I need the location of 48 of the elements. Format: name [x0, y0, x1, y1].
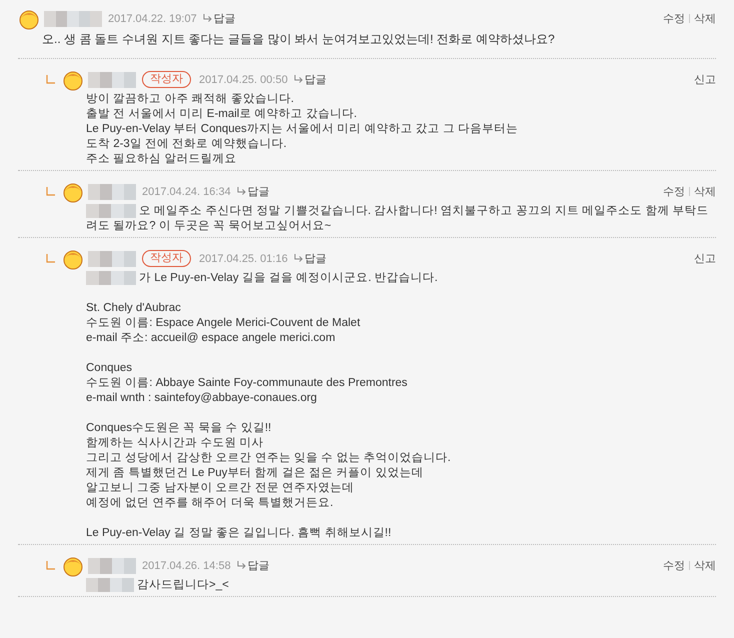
comment-date: 2017.04.25. 01:16	[199, 252, 288, 264]
reply-indent-icon	[46, 187, 56, 197]
reply-indent-icon	[46, 254, 56, 264]
reply-arrow-icon	[202, 14, 212, 23]
blurred-username	[88, 558, 136, 574]
author-badge: 작성자	[142, 71, 191, 88]
comment-date: 2017.04.25. 00:50	[199, 74, 288, 86]
reply-arrow-icon	[294, 75, 303, 84]
avatar-icon	[62, 68, 84, 90]
comment-text: St. Chely d'Aubrac 수도원 이름: Espace Angele Merici-Couvent de Malet e-mail 주소: accueil@ espace angele merici.com	[86, 301, 362, 346]
comment-text: 가 Le Puy-en-Velay 길을 걸을 예정이시군요. 반갑습니다.	[138, 271, 439, 286]
blurred-username	[88, 250, 136, 266]
reply-indent-icon	[46, 561, 56, 571]
reply-arrow-icon	[236, 561, 246, 570]
blurred-username	[44, 10, 102, 26]
comment-action-link[interactable]: 수정	[663, 11, 685, 26]
comment-text: 오 메일주소 주신다면 정말 기쁠것같습니다. 감사합니다! 염치불구하고 꽁끄의 지트 메일주소도 함께 부탁드려도 될까요? 이 두곳은 꼭 묵어보고싶어서요~	[86, 204, 710, 234]
reply-arrow-icon	[236, 187, 246, 196]
author-badge: 작성자	[142, 250, 191, 267]
comment-action-link[interactable]: 수정	[663, 184, 685, 199]
comment-action-link[interactable]: 삭제	[694, 184, 716, 199]
comment-date: 2017.04.24. 16:34	[142, 186, 231, 198]
avatar-icon	[18, 8, 40, 30]
comment-action-link[interactable]: 신고	[694, 251, 716, 266]
reply-arrow-icon	[294, 254, 303, 263]
comment-date: 2017.04.22. 19:07	[108, 12, 197, 24]
comment-date: 2017.04.26. 14:58	[142, 560, 231, 572]
avatar-icon	[62, 180, 84, 202]
comment-action-link[interactable]: 삭제	[694, 558, 716, 573]
reply-link[interactable]: 답글	[294, 72, 327, 87]
blurred-username	[88, 72, 136, 88]
reply-link[interactable]: 답글	[236, 184, 270, 199]
comment-text: 방이 깔끔하고 아주 쾌적해 좋았습니다. 출발 전 서울에서 미리 E-mail로 예약하고 갔습니다. Le Puy-en-Velay 부터 Conques까지는 서울에서 미리 예약하고 갔고 그 다음부터는 도착 2-3일 전에 전화로 예약했습니다. 주소 필요하심 알러드릴께요	[86, 92, 519, 167]
comment-action-link[interactable]: 삭제	[694, 11, 716, 26]
reply-link[interactable]: 답글	[202, 11, 236, 26]
reply-link[interactable]: 답글	[294, 251, 327, 266]
avatar-icon	[62, 554, 84, 576]
blurred-username	[88, 184, 136, 200]
comment-text: Conques 수도원 이름: Abbaye Sainte Foy-communaute des Premontres e-mail wnth : saintefoy@abbaye-conaues.org	[86, 361, 408, 406]
avatar-icon	[62, 248, 84, 270]
comment-text: Le Puy-en-Velay 길 정말 좋은 길입니다. 흠뻑 취해보시길!!	[86, 526, 392, 541]
comment-text: 오.. 생 콤 돌트 수녀원 지트 좋다는 글들을 많이 봐서 눈여겨보고있었는데! 전화로 예약하셨나요?	[42, 31, 556, 48]
comment-text: 감사드립니다>_<	[136, 578, 230, 593]
reply-indent-icon	[46, 75, 56, 85]
comment-action-link[interactable]: 신고	[694, 72, 716, 87]
reply-link[interactable]: 답글	[236, 558, 270, 573]
comment-text: Conques수도원은 꼭 묵을 수 있길!! 함께하는 식사시간과 수도원 미사 그리고 성당에서 감상한 오르간 연주는 잊을 수 없는 추억이었습니다. 제게 좀 특별했던건 Le Puy부터 함께 걸은 젊은 커플이 있었는데 알고보니 그중 남자분이 오르간 전문 연주자였는데 예정에 없던 연주를 해주어 더욱 특별했거든요.	[86, 421, 452, 511]
comment-action-link[interactable]: 수정	[663, 558, 685, 573]
